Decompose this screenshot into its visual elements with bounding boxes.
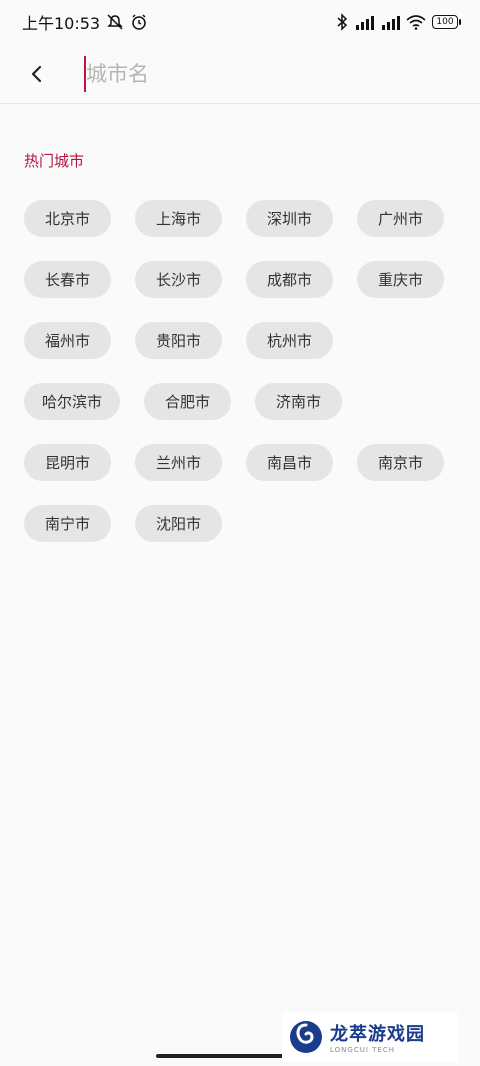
city-row: 哈尔滨市 合肥市 济南市 — [24, 383, 464, 420]
hot-cities-grid: 北京市 上海市 深圳市 广州市 长春市 长沙市 成都市 重庆市 福州市 贵阳市 … — [24, 200, 464, 566]
city-chip[interactable]: 长春市 — [24, 261, 111, 298]
city-chip[interactable]: 深圳市 — [246, 200, 333, 237]
city-chip[interactable]: 北京市 — [24, 200, 111, 237]
city-chip[interactable]: 昆明市 — [24, 444, 111, 481]
city-chip[interactable]: 杭州市 — [246, 322, 333, 359]
status-right: 100 — [336, 13, 461, 31]
mute-icon — [106, 13, 124, 31]
city-chip[interactable]: 广州市 — [357, 200, 444, 237]
bluetooth-icon — [336, 13, 348, 31]
status-time: 上午10:53 — [22, 14, 101, 33]
city-chip[interactable]: 长沙市 — [135, 261, 222, 298]
watermark-text: 龙萃游戏园 LONGCUI TECH — [330, 1020, 425, 1054]
city-chip[interactable]: 南宁市 — [24, 505, 111, 542]
status-left: 上午10:53 — [22, 10, 148, 34]
home-indicator[interactable] — [156, 1054, 284, 1058]
battery-indicator: 100 — [432, 15, 461, 29]
city-row: 福州市 贵阳市 杭州市 — [24, 322, 464, 359]
watermark-logo-icon — [290, 1021, 322, 1053]
city-chip[interactable]: 福州市 — [24, 322, 111, 359]
city-chip[interactable]: 上海市 — [135, 200, 222, 237]
city-chip[interactable]: 济南市 — [255, 383, 343, 420]
back-button[interactable] — [16, 54, 56, 94]
city-row: 长春市 长沙市 成都市 重庆市 — [24, 261, 464, 298]
alarm-icon — [130, 13, 148, 31]
city-row: 南宁市 沈阳市 — [24, 505, 464, 542]
city-row: 北京市 上海市 深圳市 广州市 — [24, 200, 464, 237]
signal-icon-2 — [380, 14, 400, 30]
city-row: 昆明市 兰州市 南昌市 南京市 — [24, 444, 464, 481]
watermark: 龙萃游戏园 LONGCUI TECH — [282, 1012, 458, 1062]
watermark-subtitle: LONGCUI TECH — [330, 1046, 395, 1054]
city-chip[interactable]: 贵阳市 — [135, 322, 222, 359]
watermark-title: 龙萃游戏园 — [330, 1024, 425, 1045]
city-chip[interactable]: 成都市 — [246, 261, 333, 298]
city-chip[interactable]: 南昌市 — [246, 444, 333, 481]
city-chip[interactable]: 兰州市 — [135, 444, 222, 481]
wifi-icon — [406, 14, 426, 30]
city-chip[interactable]: 哈尔滨市 — [24, 383, 121, 420]
chevron-left-icon — [31, 65, 42, 82]
hot-cities-title: 热门城市 — [24, 152, 85, 170]
city-search-input[interactable] — [84, 55, 480, 92]
signal-icon-1 — [354, 14, 374, 30]
city-chip[interactable]: 沈阳市 — [135, 505, 222, 542]
city-chip[interactable]: 合肥市 — [144, 383, 232, 420]
city-chip[interactable]: 重庆市 — [357, 261, 444, 298]
search-header — [0, 44, 480, 104]
city-chip[interactable]: 南京市 — [357, 444, 444, 481]
status-bar: 上午10:53 100 — [0, 0, 480, 44]
